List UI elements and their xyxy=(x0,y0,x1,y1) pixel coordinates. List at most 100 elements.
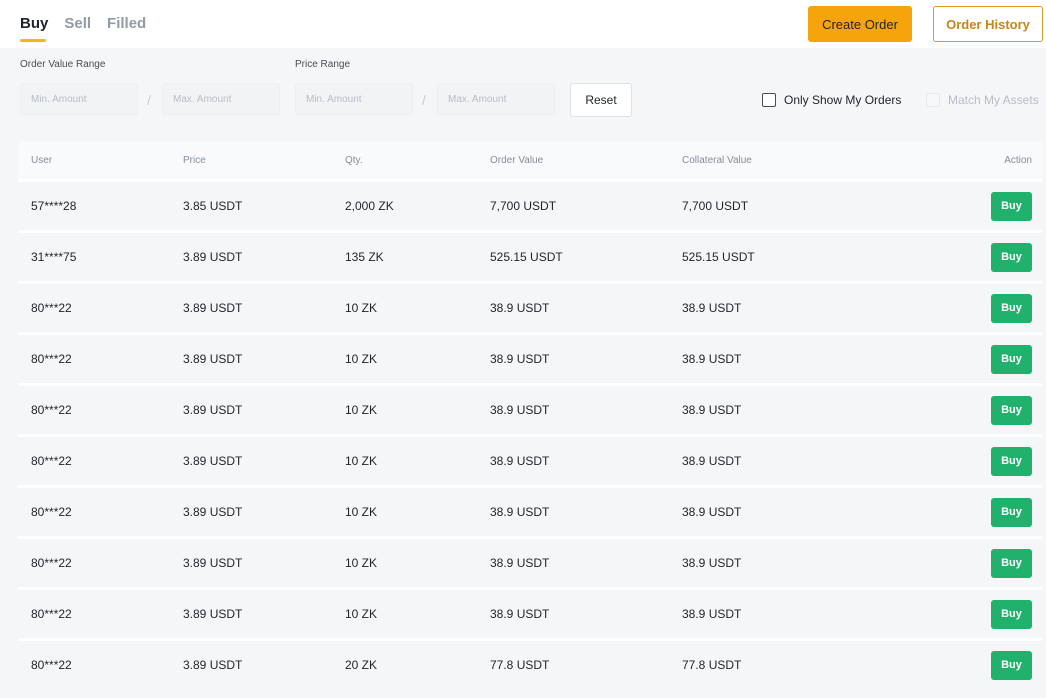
price-cell: 3.89 USDT xyxy=(183,301,243,315)
buy-button[interactable]: Buy xyxy=(991,599,1032,629)
order-value-cell: 7,700 USDT xyxy=(490,199,557,213)
price-range-label: Price Range xyxy=(295,59,351,70)
table-row: 80***22 3.89 USDT 10 ZK 38.9 USDT 38.9 U… xyxy=(18,332,1042,383)
action-cell: Buy xyxy=(991,344,1032,374)
qty-cell: 10 ZK xyxy=(345,556,378,570)
qty-cell: 10 ZK xyxy=(345,301,378,315)
price-cell: 3.89 USDT xyxy=(183,250,243,264)
range-separator: / xyxy=(147,92,151,108)
buy-button[interactable]: Buy xyxy=(991,650,1032,680)
price-cell: 3.89 USDT xyxy=(183,505,243,519)
tab-bar: Buy Sell Filled xyxy=(20,0,162,48)
buy-button[interactable]: Buy xyxy=(991,191,1032,221)
action-cell: Buy xyxy=(991,548,1032,578)
action-cell: Buy xyxy=(991,242,1032,272)
header-order-value: Order Value xyxy=(490,154,544,166)
price-cell: 3.89 USDT xyxy=(183,352,243,366)
price-min-input[interactable] xyxy=(295,83,413,115)
tab-sell[interactable]: Sell xyxy=(64,0,91,48)
user-cell: 80***22 xyxy=(31,352,72,366)
buy-button[interactable]: Buy xyxy=(991,293,1032,323)
orders-table: User Price Qty. Order Value Collateral V… xyxy=(18,141,1042,689)
match-my-assets-label: Match My Assets xyxy=(948,93,1039,107)
qty-cell: 10 ZK xyxy=(345,352,378,366)
match-my-assets-checkbox[interactable]: Match My Assets xyxy=(926,93,1039,107)
checkbox-icon[interactable] xyxy=(762,93,776,107)
header-price: Price xyxy=(183,154,206,166)
user-cell: 80***22 xyxy=(31,658,72,672)
table-row: 80***22 3.89 USDT 10 ZK 38.9 USDT 38.9 U… xyxy=(18,434,1042,485)
order-value-cell: 38.9 USDT xyxy=(490,454,550,468)
price-cell: 3.89 USDT xyxy=(183,556,243,570)
filter-bar: Order Value Range / Price Range / Reset … xyxy=(0,48,1046,136)
header-collateral-value: Collateral Value xyxy=(682,154,752,166)
collateral-value-cell: 525.15 USDT xyxy=(682,250,755,264)
buy-button[interactable]: Buy xyxy=(991,548,1032,578)
user-cell: 31****75 xyxy=(31,250,77,264)
collateral-value-cell: 38.9 USDT xyxy=(682,352,742,366)
order-value-max-input[interactable] xyxy=(162,83,280,115)
buy-button[interactable]: Buy xyxy=(991,497,1032,527)
price-cell: 3.89 USDT xyxy=(183,454,243,468)
table-row: 80***22 3.89 USDT 10 ZK 38.9 USDT 38.9 U… xyxy=(18,587,1042,638)
action-cell: Buy xyxy=(991,599,1032,629)
checkbox-icon[interactable] xyxy=(926,93,940,107)
header-action: Action xyxy=(1004,154,1032,166)
qty-cell: 2,000 ZK xyxy=(345,199,394,213)
user-cell: 80***22 xyxy=(31,505,72,519)
reset-button[interactable]: Reset xyxy=(570,83,632,117)
price-cell: 3.89 USDT xyxy=(183,403,243,417)
create-order-button[interactable]: Create Order xyxy=(808,6,912,42)
top-bar: Buy Sell Filled Create Order Order Histo… xyxy=(0,0,1046,48)
table-header: User Price Qty. Order Value Collateral V… xyxy=(18,141,1042,179)
action-cell: Buy xyxy=(991,497,1032,527)
user-cell: 80***22 xyxy=(31,556,72,570)
only-my-orders-label: Only Show My Orders xyxy=(784,93,902,107)
order-value-cell: 38.9 USDT xyxy=(490,556,550,570)
collateral-value-cell: 38.9 USDT xyxy=(682,505,742,519)
action-cell: Buy xyxy=(991,191,1032,221)
collateral-value-cell: 38.9 USDT xyxy=(682,607,742,621)
qty-cell: 135 ZK xyxy=(345,250,384,264)
action-cell: Buy xyxy=(991,446,1032,476)
collateral-value-cell: 38.9 USDT xyxy=(682,301,742,315)
qty-cell: 10 ZK xyxy=(345,403,378,417)
qty-cell: 10 ZK xyxy=(345,607,378,621)
collateral-value-cell: 38.9 USDT xyxy=(682,454,742,468)
order-value-min-input[interactable] xyxy=(20,83,138,115)
table-row: 80***22 3.89 USDT 10 ZK 38.9 USDT 38.9 U… xyxy=(18,485,1042,536)
range-separator: / xyxy=(422,92,426,108)
action-cell: Buy xyxy=(991,395,1032,425)
buy-button[interactable]: Buy xyxy=(991,446,1032,476)
table-row: 80***22 3.89 USDT 10 ZK 38.9 USDT 38.9 U… xyxy=(18,281,1042,332)
only-my-orders-checkbox[interactable]: Only Show My Orders xyxy=(762,93,901,107)
user-cell: 80***22 xyxy=(31,301,72,315)
collateral-value-cell: 77.8 USDT xyxy=(682,658,742,672)
price-cell: 3.89 USDT xyxy=(183,658,243,672)
order-value-cell: 38.9 USDT xyxy=(490,403,550,417)
collateral-value-cell: 38.9 USDT xyxy=(682,556,742,570)
collateral-value-cell: 38.9 USDT xyxy=(682,403,742,417)
table-row: 31****75 3.89 USDT 135 ZK 525.15 USDT 52… xyxy=(18,230,1042,281)
order-history-button[interactable]: Order History xyxy=(933,6,1043,42)
user-cell: 80***22 xyxy=(31,454,72,468)
table-row: 80***22 3.89 USDT 10 ZK 38.9 USDT 38.9 U… xyxy=(18,536,1042,587)
buy-button[interactable]: Buy xyxy=(991,395,1032,425)
price-max-input[interactable] xyxy=(437,83,555,115)
buy-button[interactable]: Buy xyxy=(991,242,1032,272)
user-cell: 80***22 xyxy=(31,403,72,417)
tab-buy[interactable]: Buy xyxy=(20,0,48,48)
price-cell: 3.89 USDT xyxy=(183,607,243,621)
order-value-cell: 77.8 USDT xyxy=(490,658,550,672)
order-value-cell: 38.9 USDT xyxy=(490,505,550,519)
table-row: 57****28 3.85 USDT 2,000 ZK 7,700 USDT 7… xyxy=(18,179,1042,230)
user-cell: 57****28 xyxy=(31,199,77,213)
action-cell: Buy xyxy=(991,293,1032,323)
price-cell: 3.85 USDT xyxy=(183,199,243,213)
qty-cell: 20 ZK xyxy=(345,658,378,672)
order-value-cell: 38.9 USDT xyxy=(490,607,550,621)
tab-filled[interactable]: Filled xyxy=(107,0,146,48)
table-row: 80***22 3.89 USDT 20 ZK 77.8 USDT 77.8 U… xyxy=(18,638,1042,689)
header-qty: Qty. xyxy=(345,154,363,166)
buy-button[interactable]: Buy xyxy=(991,344,1032,374)
